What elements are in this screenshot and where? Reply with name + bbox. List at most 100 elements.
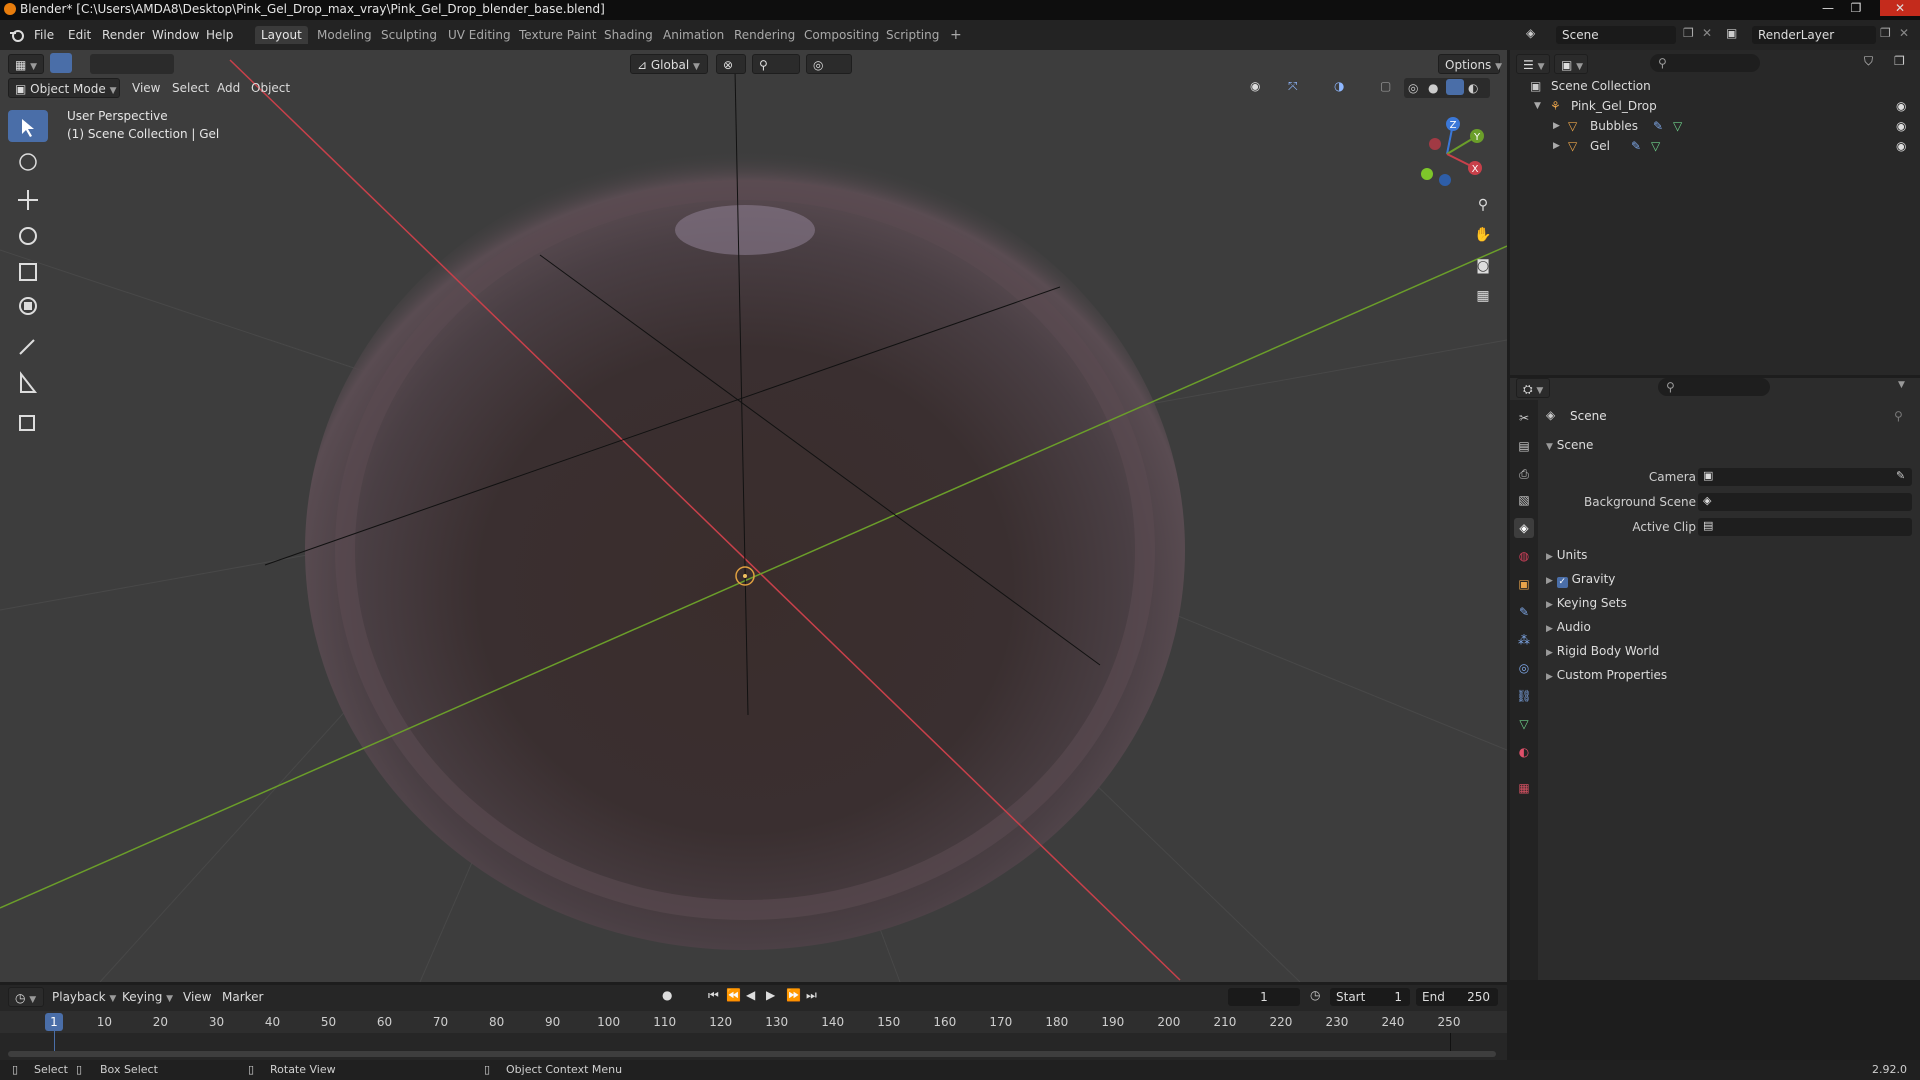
menu-object[interactable]: Object [251,78,290,98]
rendered-shading-icon[interactable]: ◐ [1468,81,1478,95]
tab-layout[interactable]: Layout [255,26,308,44]
cursor-tool[interactable] [8,146,48,178]
background-scene-field[interactable] [1698,493,1912,511]
menu-file[interactable]: File [34,28,54,42]
close-button[interactable]: ✕ [1880,0,1920,16]
jump-end-icon[interactable]: ⏭ [806,988,817,1003]
modifier-wrench-icon[interactable]: ✎ [1653,116,1663,136]
transform-orientation-dropdown[interactable]: ⊿ Global ▼ [630,54,708,74]
tab-rendering[interactable]: Rendering [728,26,801,44]
material-preview-shading-icon[interactable] [1446,79,1464,95]
tab-modeling[interactable]: Modeling [311,26,378,44]
tab-shading[interactable]: Shading [598,26,659,44]
proportional-editing-toggle[interactable]: ◎ [806,54,852,74]
tab-animation[interactable]: Animation [657,26,730,44]
scene-tab-icon[interactable]: ◈ [1514,518,1534,538]
add-cube-tool[interactable] [8,406,48,438]
tab-sculpting[interactable]: Sculpting [375,26,443,44]
custom-properties-panel-header[interactable]: ▶ Custom Properties [1546,664,1667,686]
visibility-eye-icon[interactable]: ◉ [1896,116,1906,136]
menu-edit[interactable]: Edit [68,28,91,42]
zoom-icon[interactable]: ⚲ [1470,192,1496,218]
editor-type-button[interactable]: ▦ ▼ [8,54,44,74]
expand-chevron-icon[interactable]: ▶ [1553,136,1560,156]
menu-help[interactable]: Help [206,28,233,42]
options-dropdown[interactable]: Options ▼ [1438,54,1502,74]
end-frame-field[interactable]: End 250 [1416,988,1498,1006]
menu-marker[interactable]: Marker [222,987,263,1007]
scene-panel-header[interactable]: ▼ Scene [1546,434,1593,456]
perspective-toggle-icon[interactable]: ▦ [1470,283,1496,309]
wireframe-shading-icon[interactable]: ◎ [1408,81,1418,95]
menu-render[interactable]: Render [102,28,145,42]
gizmo-toggle-icon[interactable]: ⤧ [1288,79,1298,94]
properties-search-input[interactable]: ⚲ [1658,378,1770,396]
tab-compositing[interactable]: Compositing [798,26,885,44]
visibility-eye-icon[interactable]: ◉ [1896,96,1906,116]
mesh-data-icon[interactable]: ▽ [1651,136,1660,156]
timeline-scrollbar[interactable] [8,1051,1496,1057]
jump-keyframe-back-icon[interactable]: ⏪ [726,988,741,1002]
modifier-tab-icon[interactable]: ✎ [1514,602,1534,622]
constraints-tab-icon[interactable]: ⛓ [1514,686,1534,706]
camera-view-icon[interactable]: ◙ [1470,253,1496,279]
solid-shading-icon[interactable]: ● [1428,81,1438,95]
timeline-editor-type[interactable]: ◷ ▼ [8,987,44,1007]
gravity-panel-header[interactable]: ▶ ✓ Gravity [1546,568,1615,590]
gravity-checkbox[interactable]: ✓ [1556,577,1568,588]
tab-scripting[interactable]: Scripting [880,26,945,44]
object-mode-dropdown[interactable]: ▣ Object Mode ▼ [8,78,120,98]
expand-chevron-icon[interactable]: ▼ [1534,96,1541,116]
scene-field[interactable]: Scene [1556,26,1676,44]
pivot-point-dropdown[interactable]: ⊗ [716,54,746,74]
delete-scene-icon[interactable]: ✕ [1702,26,1712,40]
new-scene-icon[interactable]: ❐ [1683,26,1694,40]
pan-hand-icon[interactable]: ✋ [1470,222,1496,248]
menu-add[interactable]: Add [217,78,240,98]
jump-keyframe-forward-icon[interactable]: ⏩ [786,988,801,1002]
selection-mode-group[interactable] [90,54,174,74]
filter-icon[interactable]: ⛉ [1864,54,1873,69]
tab-texture-paint[interactable]: Texture Paint [513,26,602,44]
menu-select[interactable]: Select [172,78,209,98]
add-workspace-button[interactable]: + [944,26,968,44]
scale-tool[interactable] [8,256,48,288]
material-tab-icon[interactable]: ◐ [1514,742,1534,762]
navigation-gizmo[interactable]: Z Y X [1405,112,1490,192]
measure-tool[interactable] [8,366,48,398]
annotate-tool[interactable] [8,330,48,362]
tab-uv-editing[interactable]: UV Editing [442,26,517,44]
select-tool-icon[interactable] [50,53,72,73]
play-icon[interactable]: ▶ [766,988,775,1002]
start-frame-field[interactable]: Start 1 [1330,988,1410,1006]
delete-layer-icon[interactable]: ✕ [1899,26,1909,40]
snap-toggle[interactable]: ⚲ [752,54,800,74]
outliner-editor-type[interactable]: ☰ ▼ [1516,54,1550,74]
overlay-toggle-icon[interactable]: ◑ [1334,79,1344,93]
record-icon[interactable]: ● [662,988,672,1002]
properties-editor-type[interactable]: ⛭ ▼ [1516,378,1550,398]
texture-tab-icon[interactable]: ▦ [1514,778,1534,798]
renderlayer-field[interactable]: RenderLayer [1752,26,1876,44]
visibility-eye-icon[interactable]: ◉ [1896,136,1906,156]
select-box-tool[interactable] [8,110,48,142]
camera-field[interactable] [1698,468,1912,486]
output-tab-icon[interactable]: ⎙ [1514,464,1534,484]
display-mode-dropdown[interactable]: ▣ ▼ [1554,54,1588,74]
data-tab-icon[interactable]: ▽ [1514,714,1534,734]
xray-toggle-icon[interactable]: ▢ [1380,79,1391,93]
transform-tool[interactable] [8,290,48,322]
eyedropper-icon[interactable]: ✎ [1896,469,1905,482]
outliner-search-input[interactable]: ⚲ [1650,54,1760,72]
minimize-button[interactable]: — [1815,0,1841,16]
new-collection-icon[interactable]: ❐ [1894,54,1905,68]
visibility-icon[interactable]: ◉ [1250,79,1260,93]
mesh-data-icon[interactable]: ▽ [1673,116,1682,136]
modifier-wrench-icon[interactable]: ✎ [1631,136,1641,156]
menu-playback[interactable]: Playback ▼ [52,987,116,1007]
outliner-collection-row[interactable]: ▼ ⚘ Pink_Gel_Drop ◉ [1510,96,1920,116]
expand-chevron-icon[interactable]: ▶ [1553,116,1560,136]
properties-options-chevron-icon[interactable]: ▼ [1898,380,1905,390]
blender-menu-icon[interactable] [8,27,26,43]
play-reverse-icon[interactable]: ◀ [746,988,755,1002]
